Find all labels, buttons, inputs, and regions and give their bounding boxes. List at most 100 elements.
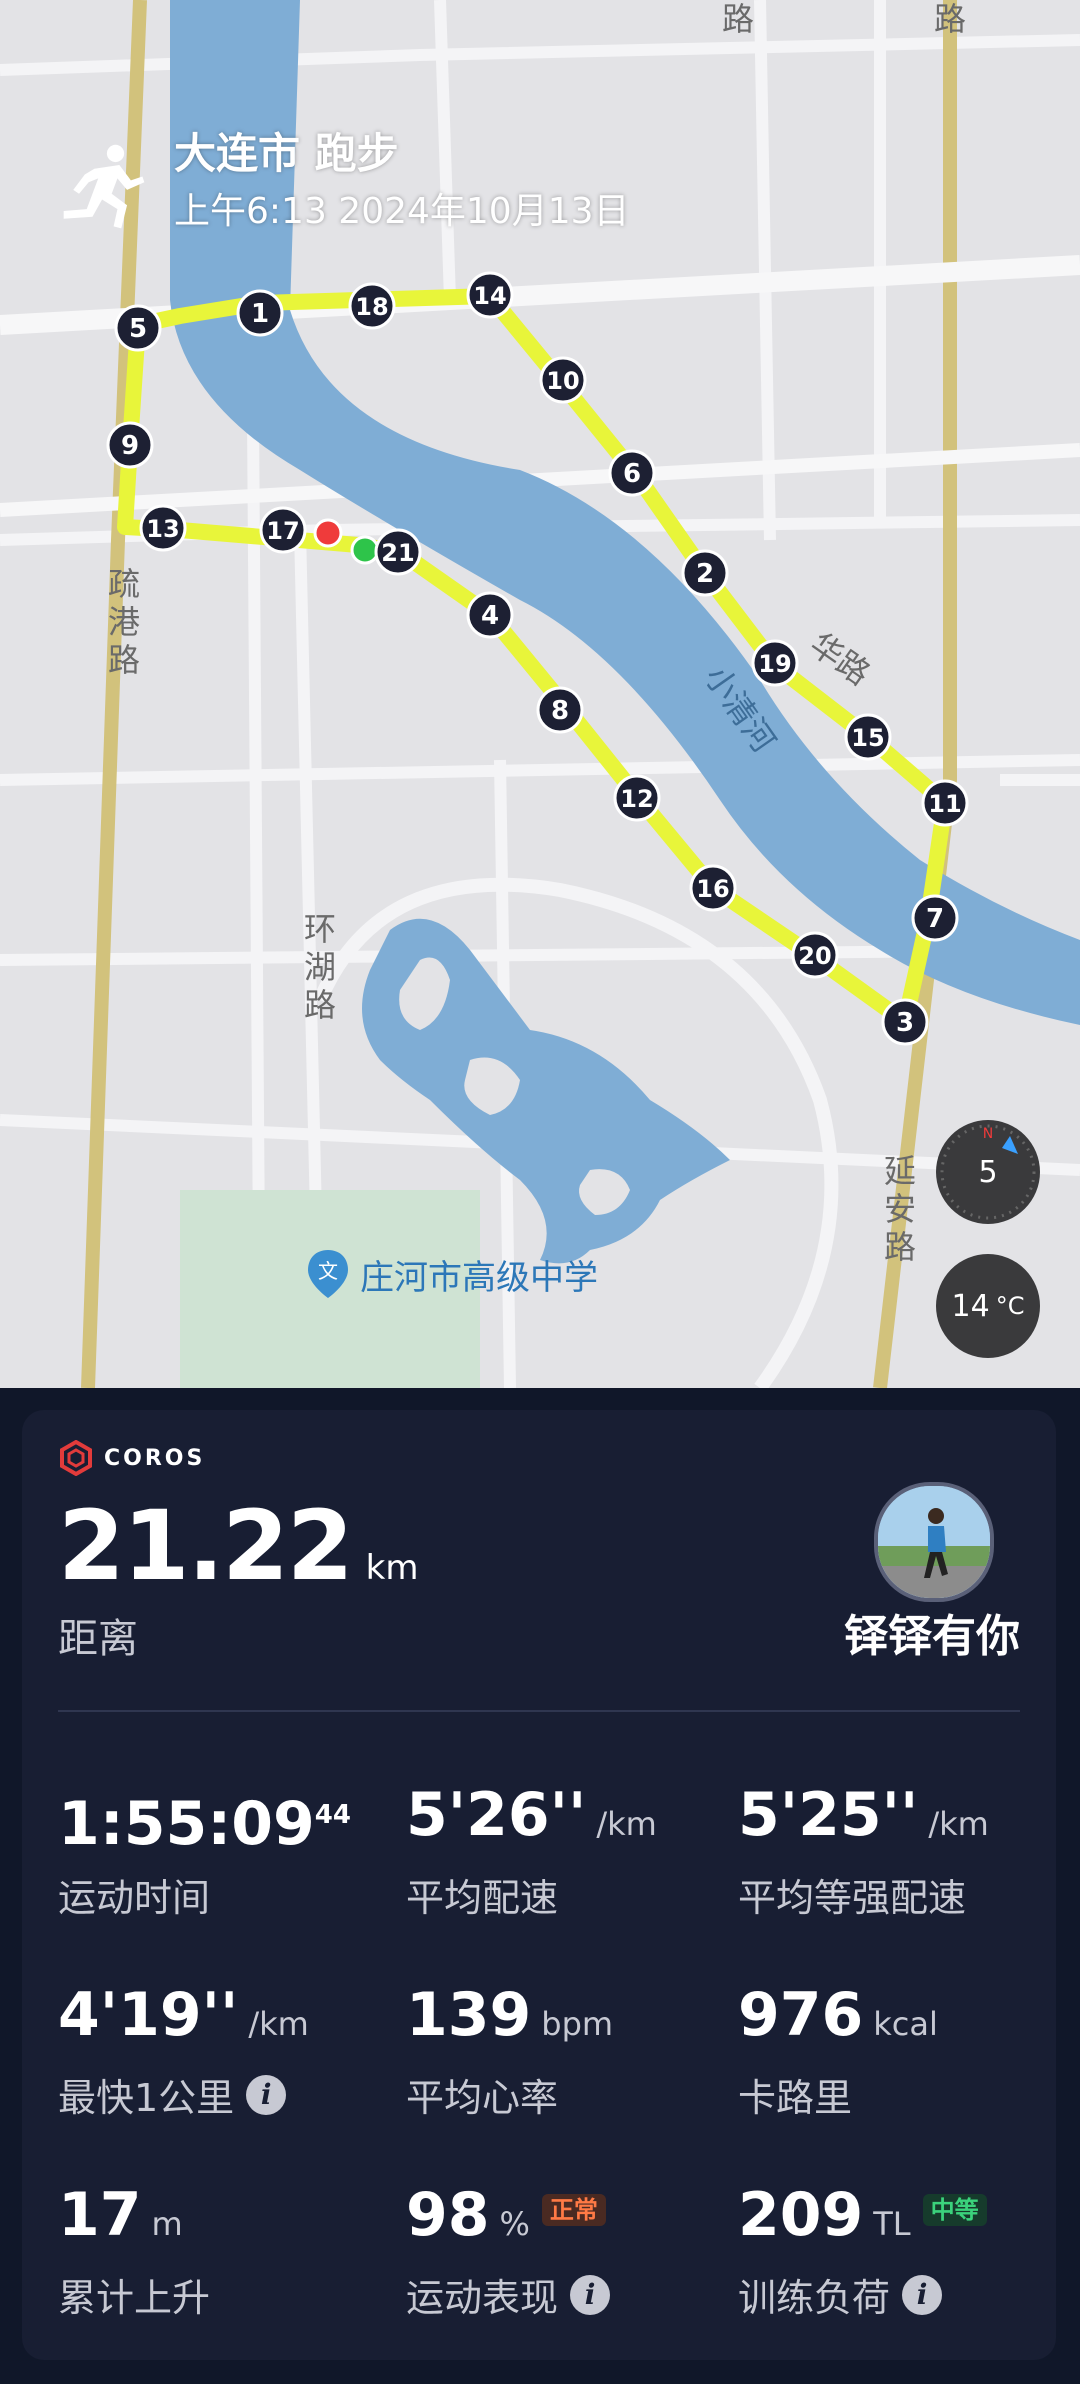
stat-unit: bpm — [541, 2005, 614, 2043]
svg-text:16: 16 — [696, 875, 729, 903]
stat-value: 976 — [738, 1980, 864, 2050]
route-marker-10: 10 — [539, 356, 587, 404]
svg-text:9: 9 — [121, 431, 139, 461]
route-marker-17: 17 — [259, 506, 307, 554]
svg-text:3: 3 — [896, 1008, 914, 1038]
route-marker-5: 5 — [114, 304, 162, 352]
stat-value: 17 — [58, 2180, 142, 2250]
route-marker-3: 3 — [881, 998, 929, 1046]
info-icon[interactable]: i — [902, 2274, 943, 2315]
distance-unit: km — [365, 1548, 419, 1588]
compass-button[interactable]: N 5 — [936, 1120, 1040, 1224]
location-pin-icon: 文 — [308, 1250, 348, 1298]
school-poi[interactable]: 文 庄河市高级中学 — [306, 1248, 598, 1300]
stat-1: 5'26''/km 平均配速 — [406, 1780, 657, 1922]
stat-label: 累计上升 — [58, 2276, 211, 2320]
route-marker-16: 16 — [689, 864, 737, 912]
route-marker-19: 19 — [751, 639, 799, 687]
stat-unit: /km — [248, 2005, 309, 2043]
svg-text:5: 5 — [129, 314, 147, 344]
road-label: 环湖路 — [303, 910, 336, 1024]
route-marker-18: 18 — [348, 282, 396, 330]
stat-unit: % — [499, 2205, 530, 2243]
svg-text:8: 8 — [551, 696, 569, 726]
stat-value: 98 — [406, 2180, 490, 2250]
status-badge: 正常 — [541, 2194, 606, 2227]
stat-label: 运动时间 — [58, 1876, 211, 1920]
stat-label: 最快1公里 — [58, 2076, 235, 2120]
stat-label: 卡路里 — [738, 2076, 853, 2120]
temperature-unit: °C — [995, 1292, 1025, 1320]
route-marker-6: 6 — [608, 449, 656, 497]
route-map[interactable]: 1 2 3 4 5 6 7 8 9 10 11 12 13 14 15 16 17 18 19 20 21 大连市 跑步… — [0, 0, 1080, 1388]
route-marker-13: 13 — [139, 504, 187, 552]
stat-unit: /km — [596, 1805, 657, 1843]
stat-6: 17 m 累计上升 — [58, 2180, 210, 2322]
coros-logo: COROS — [58, 1440, 205, 1476]
stat-label: 平均心率 — [406, 2076, 559, 2120]
route-marker-7: 7 — [911, 894, 959, 942]
info-icon[interactable]: i — [570, 2274, 611, 2315]
svg-text:14: 14 — [473, 282, 506, 310]
distance-value: 21.22 km — [58, 1490, 418, 1602]
summary-card: COROS 21.22 km 距离 铎铎有你 1:55:0944 运动时间 5'26'… — [22, 1410, 1056, 2360]
distance-label: 距离 — [58, 1616, 138, 1662]
svg-text:2: 2 — [696, 559, 714, 589]
road-label: 路 — [933, 0, 966, 38]
stat-8[interactable]: 209 TL 中等 训练负荷 i — [738, 2180, 987, 2322]
running-icon — [63, 144, 145, 229]
stat-value-hundredths: 44 — [314, 1800, 351, 1830]
stat-7[interactable]: 98% 正常运动表现 i — [406, 2180, 611, 2322]
stat-unit: kcal — [873, 2005, 938, 2043]
svg-text:12: 12 — [620, 785, 653, 813]
svg-text:7: 7 — [926, 904, 944, 934]
user-name: 铎铎有你 — [844, 1611, 1020, 1662]
stat-5: 976 kcal 卡路里 — [738, 1980, 938, 2122]
activity-header: 大连市 跑步 上午6:13 2024年10月13日 — [56, 128, 630, 236]
stat-value: 5'25'' — [738, 1780, 919, 1850]
avatar-image — [878, 1486, 990, 1598]
stat-value: 4'19'' — [58, 1980, 239, 2050]
road-label: 延安路 — [883, 1152, 916, 1266]
stat-label: 运动表现 — [406, 2276, 559, 2320]
compass-value: 5 — [978, 1154, 998, 1190]
stat-label: 训练负荷 — [738, 2276, 891, 2320]
svg-text:19: 19 — [758, 650, 791, 678]
route-marker-14: 14 — [466, 271, 514, 319]
route-marker-1: 1 — [236, 289, 284, 337]
info-icon[interactable]: i — [246, 2074, 287, 2115]
brand-name: COROS — [104, 1445, 206, 1471]
route-marker-2: 2 — [681, 549, 729, 597]
weather-badge: 14 °C — [936, 1254, 1040, 1358]
stat-value: 209 — [738, 2180, 864, 2250]
svg-text:6: 6 — [623, 459, 641, 489]
road-label: 疏港路 — [107, 565, 140, 679]
stat-4: 139 bpm 平均心率 — [406, 1980, 613, 2122]
distance-number: 21.22 — [58, 1490, 354, 1602]
svg-text:11: 11 — [928, 790, 961, 818]
svg-text:N: N — [983, 1126, 993, 1142]
svg-text:1: 1 — [251, 299, 269, 329]
svg-text:20: 20 — [798, 942, 831, 970]
route-marker-4: 4 — [466, 591, 514, 639]
route-marker-11: 11 — [921, 779, 969, 827]
route-marker-9: 9 — [106, 421, 154, 469]
divider — [58, 1710, 1020, 1712]
stat-2: 5'25''/km 平均等强配速 — [738, 1780, 989, 1922]
svg-text:10: 10 — [546, 367, 579, 395]
stat-3[interactable]: 4'19''/km 最快1公里 i — [58, 1980, 309, 2122]
route-marker-20: 20 — [791, 931, 839, 979]
svg-text:15: 15 — [851, 724, 884, 752]
stat-label: 平均等强配速 — [738, 1876, 967, 1920]
svg-text:18: 18 — [355, 293, 388, 321]
route-marker-8: 8 — [536, 686, 584, 734]
stat-unit: /km — [928, 1805, 989, 1843]
stat-value: 1:55:09 — [58, 1789, 315, 1859]
finish-dot — [313, 518, 343, 548]
stat-value: 139 — [406, 1980, 532, 2050]
coros-logo-icon — [60, 1440, 92, 1476]
stat-unit: TL — [873, 2205, 911, 2243]
avatar[interactable] — [874, 1482, 994, 1602]
start-dot — [350, 535, 380, 565]
activity-title: 大连市 跑步 — [174, 129, 399, 178]
